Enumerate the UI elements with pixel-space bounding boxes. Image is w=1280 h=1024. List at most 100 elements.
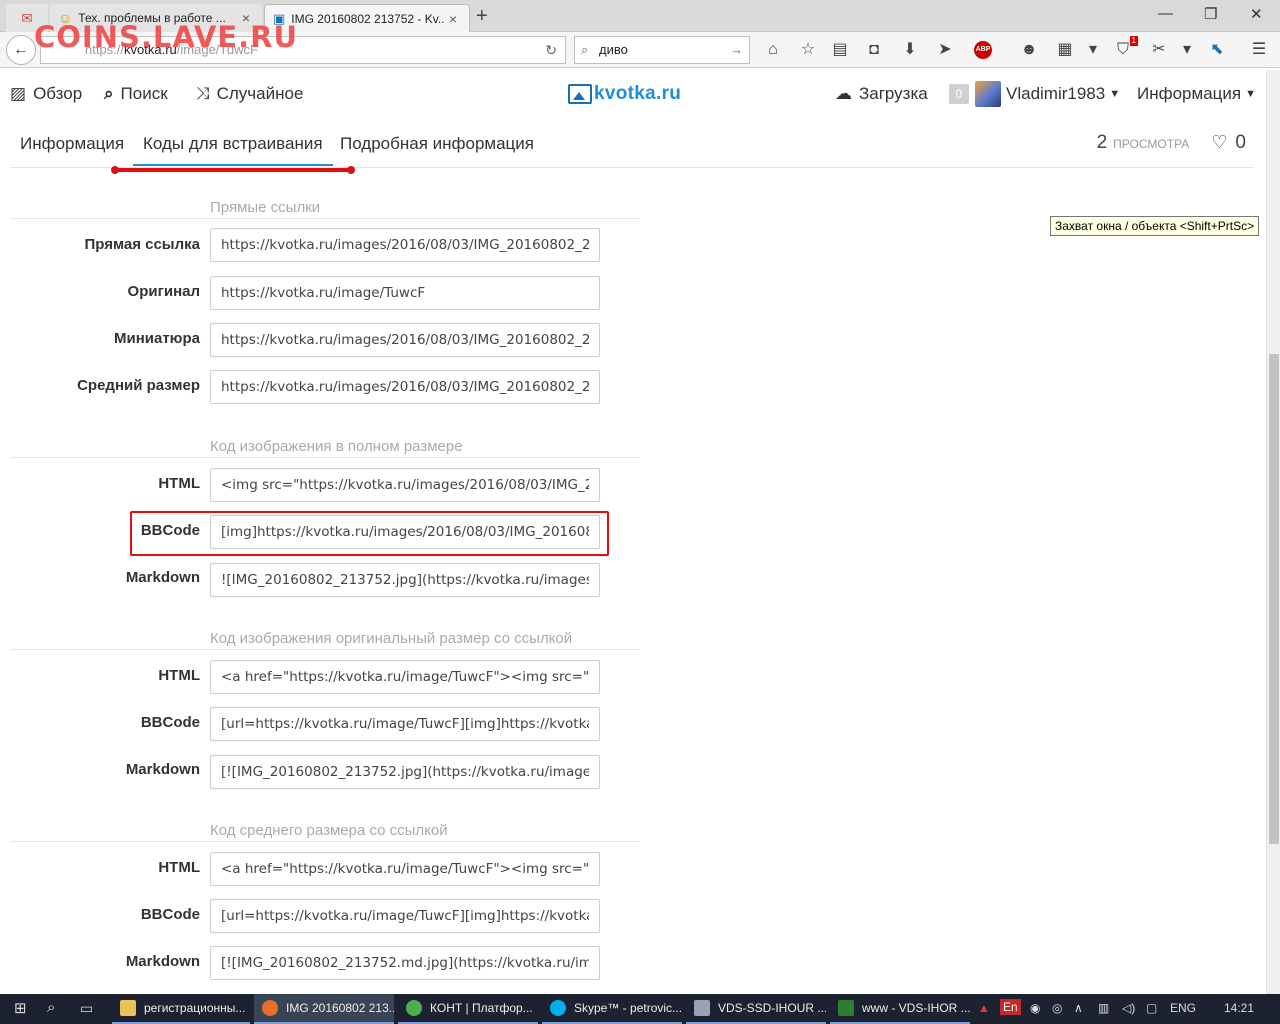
nav-search-label: Поиск — [120, 84, 168, 103]
cloud-upload-icon: ☁ — [835, 84, 852, 103]
page-scrollbar[interactable] — [1266, 70, 1280, 994]
send-icon[interactable]: ➤ — [934, 41, 956, 59]
tab-details[interactable]: Подробная информация — [340, 134, 534, 154]
medium-bbcode-input[interactable] — [210, 899, 600, 933]
download-icon[interactable]: ⬇ — [899, 41, 921, 59]
language-indicator[interactable]: ENG — [1170, 1001, 1196, 1015]
menu-icon[interactable]: ☰ — [1248, 41, 1270, 59]
field-label: Markdown — [125, 953, 200, 970]
notification-count[interactable]: 0 — [949, 84, 969, 104]
taskbar-item[interactable]: www - VDS-IHOR ... — [830, 994, 970, 1024]
watermark: COINS.LAVE.RU — [34, 20, 299, 54]
site-logo[interactable]: kvotka.ru — [568, 83, 681, 105]
search-icon[interactable]: ⌕ — [47, 999, 55, 1016]
field-label: Markdown — [125, 761, 200, 778]
chevron-down-icon[interactable]: ▾ — [1082, 41, 1104, 59]
chat-icon[interactable]: ☻ — [1018, 41, 1040, 59]
caret-down-icon: ▼ — [1109, 88, 1121, 100]
skype-icon — [550, 1000, 566, 1016]
minimize-icon[interactable]: — — [1158, 5, 1173, 22]
arrow-right-icon[interactable]: → — [730, 37, 743, 63]
tray-icon[interactable]: ◉ — [1030, 1001, 1040, 1015]
taskbar-item-label: www - VDS-IHOR ... — [862, 1001, 970, 1015]
clock[interactable]: 14:21 — [1224, 1001, 1254, 1015]
username: Vladimir1983 — [1006, 84, 1106, 103]
field-label: Markdown — [125, 569, 200, 586]
mail-icon: ✉ — [21, 9, 33, 26]
search-icon: ⌕ — [581, 42, 589, 57]
upload-button[interactable]: ☁ Загрузка — [835, 84, 928, 104]
tab-info[interactable]: Информация — [20, 134, 124, 154]
field-label: BBCode — [140, 714, 200, 731]
lang-badge[interactable]: En — [1000, 999, 1021, 1015]
taskbar-item[interactable]: IMG 20160802 213... — [254, 994, 394, 1024]
taskbar-item[interactable]: Skype™ - petrovic... — [542, 994, 682, 1024]
full-html-input[interactable] — [210, 468, 600, 502]
field-label: BBCode — [140, 906, 200, 923]
original-markdown-input[interactable] — [210, 755, 600, 789]
original-html-input[interactable] — [210, 660, 600, 694]
field-label: Средний размер — [77, 377, 200, 394]
taskbar-item-label: IMG 20160802 213... — [286, 1001, 394, 1015]
reload-icon[interactable]: ↻ — [545, 37, 557, 63]
tool-icon[interactable]: ✂ — [1148, 41, 1170, 59]
nav-random-label: Случайное — [216, 84, 304, 103]
search-input[interactable]: ⌕ диво → — [574, 36, 750, 64]
field-label: Миниатюра — [113, 330, 200, 347]
avatar[interactable] — [975, 81, 1001, 107]
original-bbcode-input[interactable] — [210, 707, 600, 741]
windows-start-icon[interactable]: ⊞ — [14, 999, 27, 1017]
network-icon[interactable]: ▥ — [1098, 1001, 1109, 1015]
nav-search[interactable]: ⌕ Поиск — [104, 84, 168, 104]
direct-link-input[interactable] — [210, 228, 600, 262]
heart-icon[interactable]: ♡ — [1211, 132, 1227, 153]
home-icon[interactable]: ⌂ — [762, 41, 784, 59]
medium-link-input[interactable] — [210, 370, 600, 404]
taskbar-item[interactable]: регистрационны... — [112, 994, 250, 1024]
views-label: просмотра — [1113, 137, 1190, 151]
firefox-icon — [262, 1000, 278, 1016]
nav-random[interactable]: ⤨ Случайное — [196, 84, 303, 104]
close-window-icon[interactable]: ✕ — [1250, 5, 1263, 23]
remote-desktop-icon — [694, 1000, 710, 1016]
picture-icon: ▨ — [10, 84, 27, 103]
taskbar-item[interactable]: VDS-SSD-IHOUR ... — [686, 994, 826, 1024]
nav-overview-label: Обзор — [33, 84, 83, 103]
shield-icon[interactable]: ⛉ 1 — [1112, 36, 1138, 59]
original-link-input[interactable] — [210, 276, 600, 310]
chevron-down-icon[interactable]: ▾ — [1176, 41, 1198, 59]
cursor-icon[interactable]: ⬉ — [1206, 41, 1228, 59]
arrow-left-icon: ← — [13, 41, 29, 58]
divider — [10, 457, 640, 458]
nav-overview[interactable]: ▨ Обзор — [10, 84, 82, 104]
bookmark-star-icon[interactable]: ☆ — [797, 41, 819, 59]
close-icon[interactable]: × — [445, 11, 461, 27]
chevron-up-icon[interactable]: ∧ — [1074, 1001, 1083, 1015]
section-title: Код среднего размера со ссылкой — [210, 822, 448, 839]
adblock-icon[interactable]: ABP — [974, 41, 992, 59]
back-button[interactable]: ← — [6, 35, 36, 65]
user-menu[interactable]: Vladimir1983 ▼ — [1006, 84, 1120, 104]
reading-list-icon[interactable]: ▤ — [829, 41, 851, 59]
volume-icon[interactable]: ◁) — [1122, 1001, 1135, 1015]
tab-embed-codes[interactable]: Коды для встраивания — [133, 134, 333, 166]
task-view-icon[interactable]: ▭ — [80, 1000, 93, 1017]
section-title: Прямые ссылки — [210, 199, 321, 216]
info-menu[interactable]: Информация ▼ — [1137, 84, 1256, 104]
medium-html-input[interactable] — [210, 852, 600, 886]
pocket-icon[interactable]: ◘ — [863, 41, 885, 59]
scrollbar-thumb[interactable] — [1269, 354, 1279, 844]
medium-markdown-input[interactable] — [210, 946, 600, 980]
restore-icon[interactable]: ❐ — [1204, 5, 1217, 23]
full-markdown-input[interactable] — [210, 563, 600, 597]
view-stats: 2 просмотра ♡ 0 — [1097, 132, 1246, 154]
thumbnail-link-input[interactable] — [210, 323, 600, 357]
tray-icon[interactable]: ◎ — [1052, 1001, 1062, 1015]
content-tabs: Информация Коды для встраивания Подробна… — [10, 122, 1254, 168]
taskbar-item[interactable]: КОНТ | Платфор... — [398, 994, 538, 1024]
tray-app-icon[interactable]: ▲ — [978, 1001, 990, 1015]
new-tab-button[interactable]: + — [476, 5, 488, 28]
extension-icon[interactable]: ▦ — [1054, 41, 1076, 59]
notification-icon[interactable]: ▢ — [1146, 1001, 1157, 1015]
logo-icon — [568, 84, 592, 104]
